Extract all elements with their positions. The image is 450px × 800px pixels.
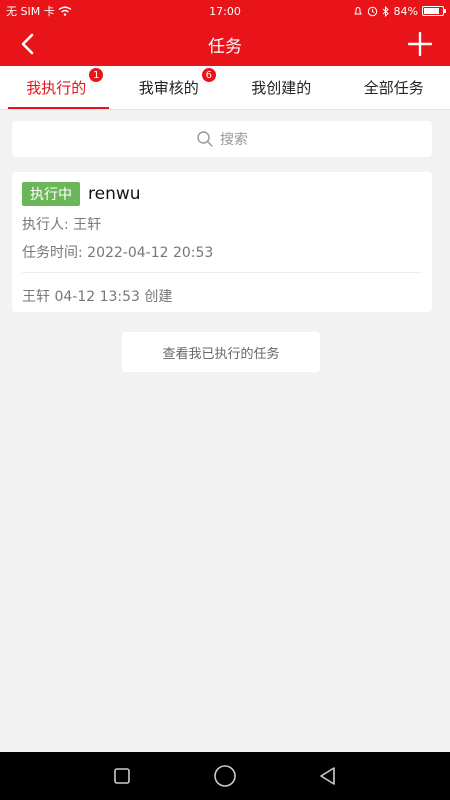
task-executor: 执行人: 王轩 — [22, 217, 102, 233]
square-icon — [113, 768, 130, 784]
alarm-icon — [367, 6, 377, 16]
card-divider — [22, 272, 422, 273]
search-icon — [197, 131, 213, 147]
task-card[interactable]: 执行中 renwu 执行人: 王轩 任务时间: 2022-04-12 20:53… — [12, 172, 432, 312]
carrier-text: 无 SIM 卡 — [6, 5, 55, 18]
status-badge: 执行中 — [22, 182, 80, 206]
tab-label: 全部任务 — [363, 79, 424, 97]
battery-icon — [422, 6, 446, 16]
status-bar: 无 SIM 卡 17:00 84% — [0, 0, 450, 22]
tab-label-wrap: 我执行的 1 — [26, 67, 105, 98]
tab-executed[interactable]: 我执行的 1 — [0, 66, 113, 109]
search-placeholder: 搜索 — [220, 132, 248, 148]
circle-icon — [214, 765, 236, 787]
view-executed-button[interactable]: 查看我已执行的任务 — [122, 332, 320, 372]
battery-fill — [424, 8, 439, 14]
task-card-header: 执行中 renwu — [22, 182, 141, 206]
search-input[interactable]: 搜索 — [12, 121, 432, 157]
tab-label: 我审核的 — [138, 79, 199, 97]
triangle-back-icon — [320, 767, 336, 785]
bluetooth-icon — [382, 5, 389, 17]
app-header: 任务 — [0, 22, 450, 66]
system-nav-bar — [0, 752, 450, 800]
wifi-icon — [58, 6, 72, 16]
page-title: 任务 — [208, 36, 242, 57]
chevron-left-icon — [21, 33, 34, 55]
tab-label-wrap: 我审核的 6 — [138, 67, 217, 98]
task-title: renwu — [88, 184, 141, 204]
status-time: 17:00 — [209, 4, 241, 18]
task-tabs: 我执行的 1 我审核的 6 我创建的 全部任务 — [0, 66, 450, 110]
tab-badge: 1 — [88, 67, 105, 83]
battery-percent: 84% — [393, 4, 418, 18]
tab-badge: 6 — [200, 67, 217, 83]
notification-icon — [353, 6, 362, 15]
home-button[interactable] — [210, 761, 240, 791]
plus-icon — [408, 32, 432, 56]
tab-reviewed[interactable]: 我审核的 6 — [113, 66, 226, 109]
system-back-button[interactable] — [313, 761, 343, 791]
status-right: 84% — [294, 4, 446, 18]
back-button[interactable] — [12, 28, 44, 60]
recent-apps-button[interactable] — [107, 761, 137, 791]
tab-created[interactable]: 我创建的 — [225, 66, 338, 109]
task-time: 任务时间: 2022-04-12 20:53 — [22, 245, 214, 261]
tab-label: 我创建的 — [251, 79, 312, 97]
status-left: 无 SIM 卡 — [6, 3, 156, 19]
tab-all[interactable]: 全部任务 — [338, 66, 450, 109]
add-task-button[interactable] — [404, 28, 436, 60]
tab-label: 我执行的 — [26, 79, 87, 97]
task-created-info: 王轩 04-12 13:53 创建 — [22, 289, 173, 305]
